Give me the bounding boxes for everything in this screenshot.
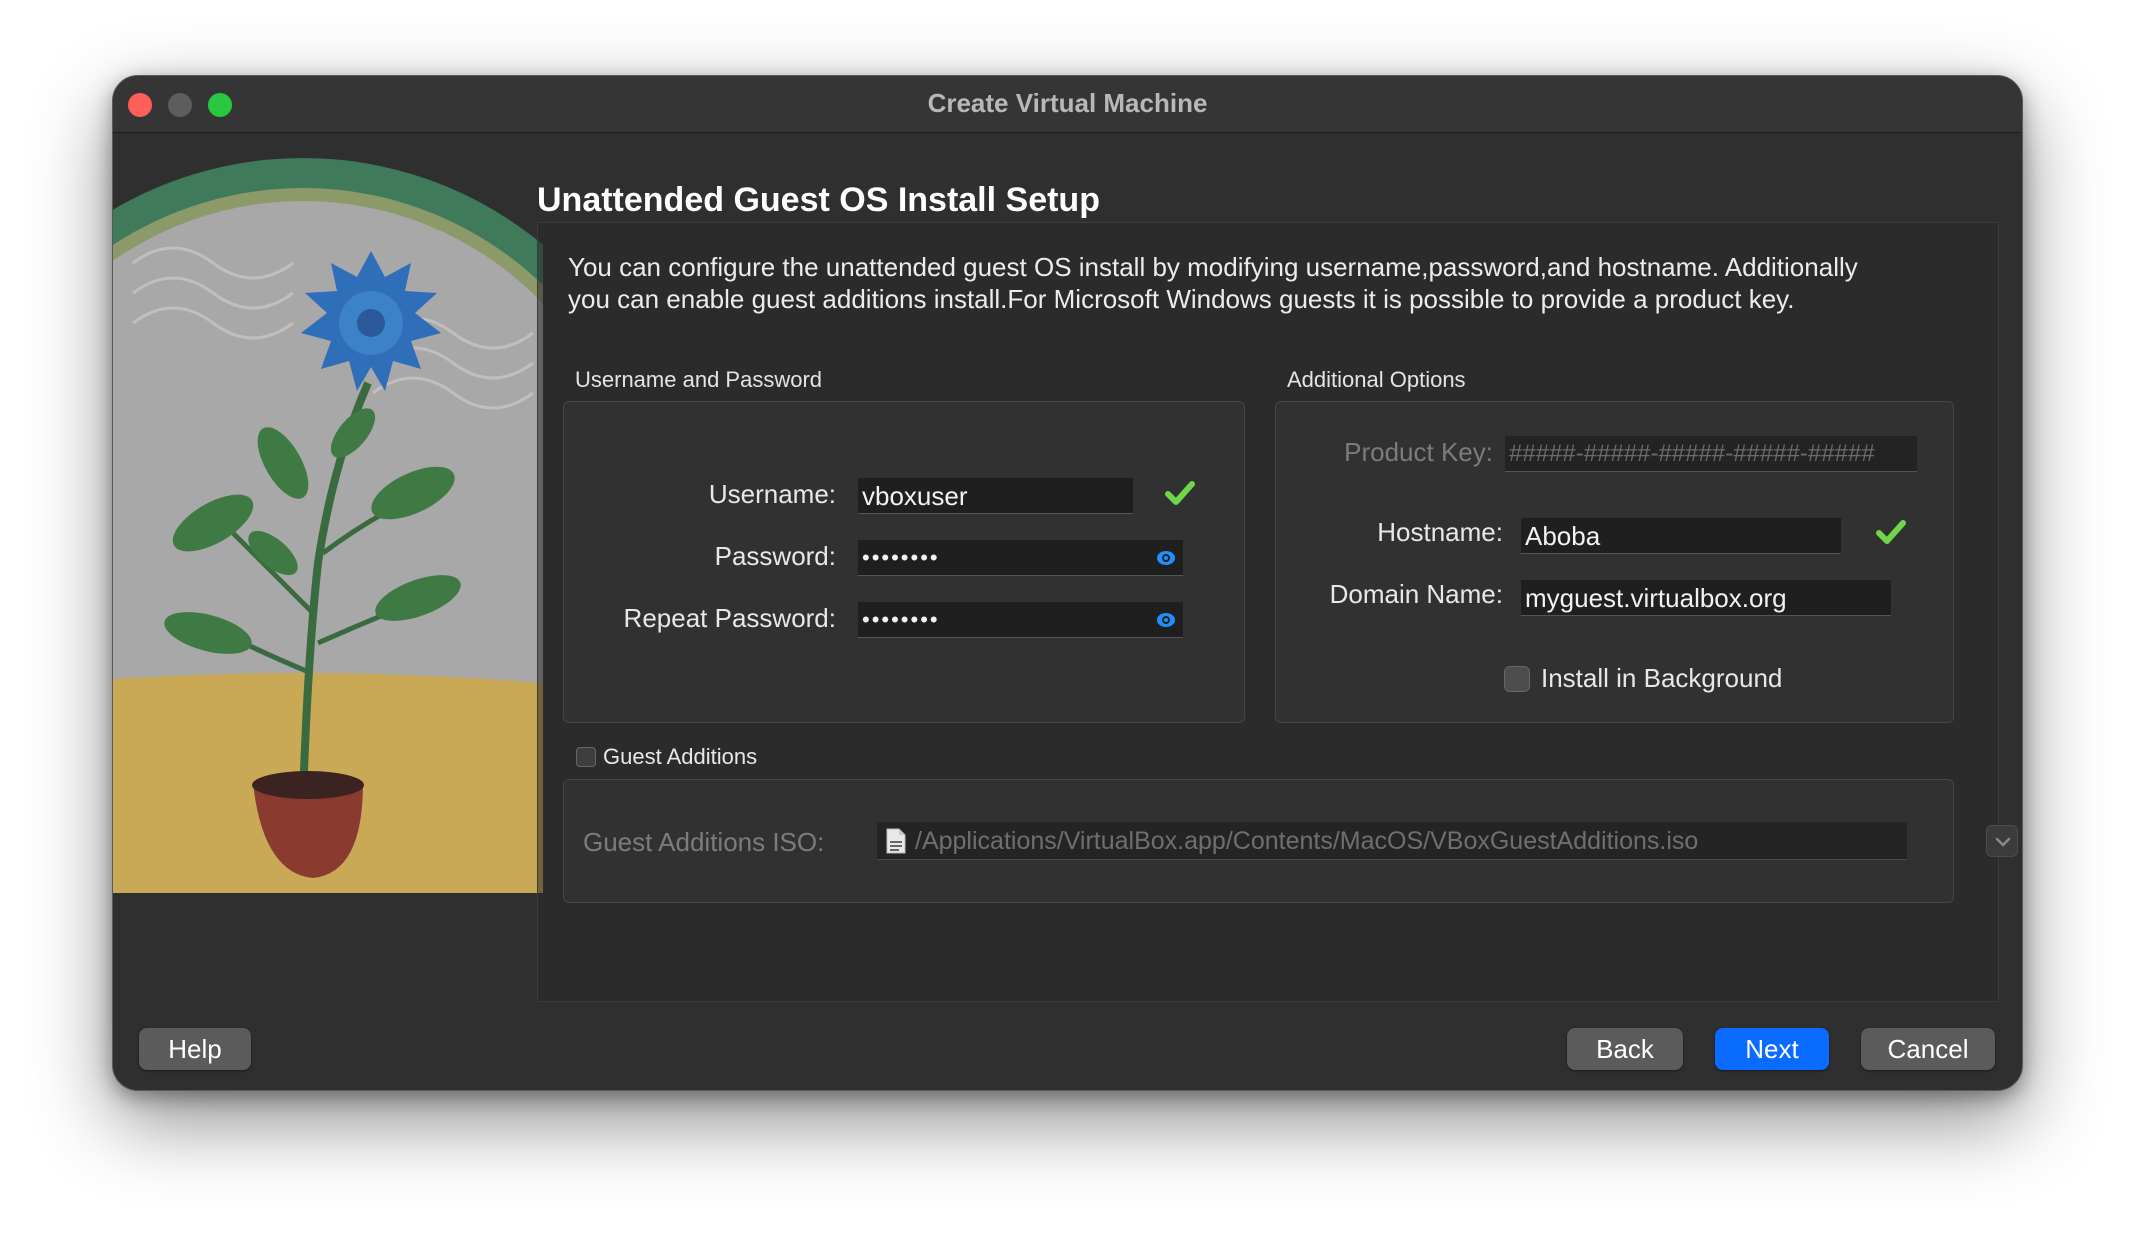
page-description: You can configure the unattended guest O… [568, 252, 1858, 314]
domain-name-label: Domain Name: [1329, 579, 1503, 609]
cancel-button[interactable]: Cancel [1861, 1028, 1995, 1070]
page-title: Unattended Guest OS Install Setup [537, 181, 1100, 219]
guest-additions-iso-path: /Applications/VirtualBox.app/Contents/Ma… [915, 827, 1699, 855]
back-button[interactable]: Back [1567, 1028, 1683, 1070]
product-key-label: Product Key: [1344, 437, 1493, 467]
window-title: Create Virtual Machine [927, 88, 1208, 118]
create-vm-dialog: Create Virtual Machine Unattended Guest … [112, 75, 2023, 1091]
options-section-label: Additional Options [1287, 367, 1466, 392]
show-repeat-password-eye-icon[interactable] [1155, 609, 1177, 631]
title-bar: Create Virtual Machine [113, 76, 2022, 133]
plant-illustration [113, 158, 543, 893]
password-label: Password: [714, 541, 836, 571]
username-valid-checkmark-icon [1165, 481, 1195, 505]
iso-dropdown-button[interactable] [1986, 825, 2018, 857]
help-button[interactable]: Help [139, 1028, 251, 1070]
show-password-eye-icon[interactable] [1155, 547, 1177, 569]
guest-additions-iso-combo[interactable]: /Applications/VirtualBox.app/Contents/Ma… [877, 822, 1907, 860]
credentials-section-label: Username and Password [575, 367, 823, 392]
guest-additions-label: Guest Additions [603, 744, 758, 769]
hostname-label: Hostname: [1377, 517, 1503, 547]
guest-additions-iso-label: Guest Additions ISO: [583, 827, 825, 857]
hostname-input[interactable]: Aboba [1521, 518, 1841, 554]
repeat-password-label: Repeat Password: [623, 603, 836, 633]
chevron-down-icon [1995, 837, 2011, 847]
username-label: Username: [708, 479, 836, 509]
install-in-background-checkbox[interactable] [1504, 666, 1530, 692]
guest-additions-checkbox[interactable] [576, 747, 596, 767]
domain-name-input[interactable]: myguest.virtualbox.org [1521, 580, 1891, 616]
repeat-password-input[interactable]: •••••••• [858, 602, 1183, 638]
install-in-background-label: Install in Background [1541, 663, 1783, 693]
product-key-input[interactable]: #####-#####-#####-#####-##### [1505, 436, 1917, 472]
username-input[interactable]: vboxuser [858, 478, 1133, 514]
password-input[interactable]: •••••••• [858, 540, 1183, 576]
next-button[interactable]: Next [1715, 1028, 1829, 1070]
wizard-artwork [113, 133, 543, 893]
hostname-valid-checkmark-icon [1876, 520, 1906, 544]
document-icon [886, 828, 906, 854]
